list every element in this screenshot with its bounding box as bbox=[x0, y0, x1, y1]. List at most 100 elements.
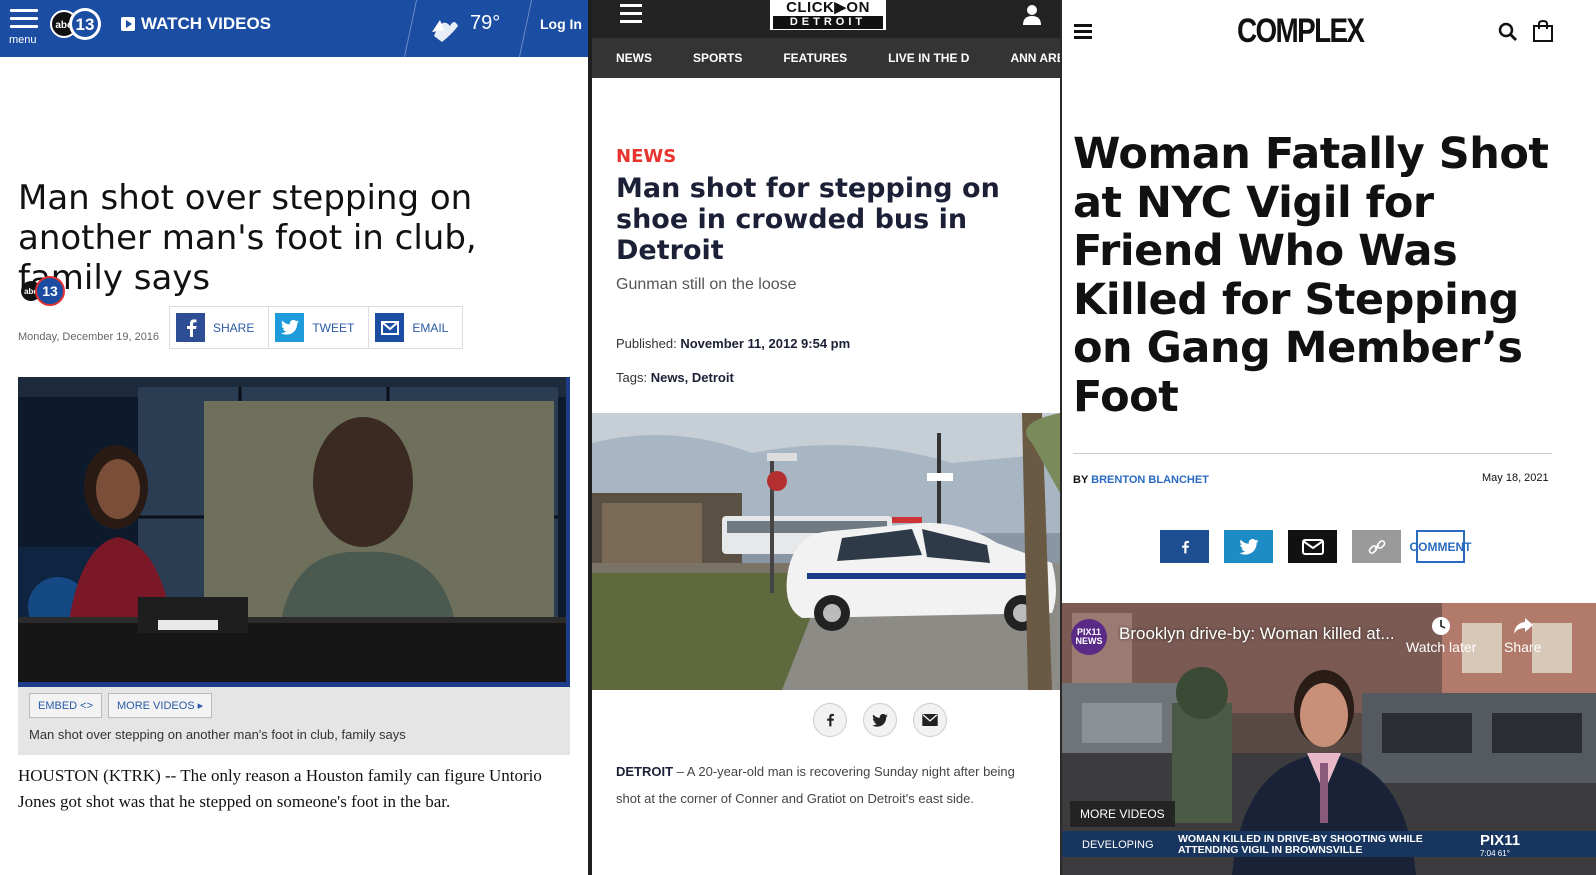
email-icon bbox=[922, 714, 938, 726]
published-date: November 11, 2012 9:54 pm bbox=[680, 336, 851, 351]
twitter-share-button[interactable]: TWEET bbox=[269, 307, 370, 348]
share-label: SHARE bbox=[213, 320, 255, 335]
email-icon bbox=[375, 313, 405, 342]
chyron-tag: DEVELOPING bbox=[1082, 839, 1154, 851]
video-title[interactable]: Brooklyn drive-by: Woman killed at... bbox=[1119, 624, 1395, 644]
news-video-player[interactable] bbox=[18, 377, 570, 687]
facebook-icon bbox=[827, 713, 834, 727]
tags-links[interactable]: News, Detroit bbox=[651, 370, 734, 385]
section-kicker[interactable]: NEWS bbox=[616, 146, 676, 167]
share-arrow-icon bbox=[1513, 618, 1533, 634]
logo-top: CLICK▶ON bbox=[786, 0, 870, 16]
link-icon bbox=[1368, 539, 1385, 554]
header-divider bbox=[518, 0, 533, 57]
menu-label[interactable]: menu bbox=[9, 34, 37, 46]
comment-button[interactable]: COMMENT bbox=[1410, 530, 1472, 563]
embedded-youtube-video[interactable]: PIX11 NEWS Brooklyn drive-by: Woman kill… bbox=[1062, 603, 1596, 875]
more-videos-button[interactable]: MORE VIDEOS ▸ bbox=[108, 693, 213, 718]
article-headline: Man shot for stepping on shoe in crowded… bbox=[616, 173, 1000, 266]
email-icon bbox=[1301, 538, 1324, 555]
email-share-button[interactable]: EMAIL bbox=[369, 307, 462, 348]
facebook-share-button[interactable] bbox=[813, 703, 847, 737]
email-share-button[interactable] bbox=[913, 703, 947, 737]
news-chyron: DEVELOPING WOMAN KILLED IN DRIVE-BY SHOO… bbox=[1062, 831, 1596, 858]
twitter-icon bbox=[872, 713, 888, 727]
video-frame-image bbox=[18, 377, 570, 687]
watch-videos-label: WATCH VIDEOS bbox=[141, 14, 272, 33]
search-icon[interactable] bbox=[1498, 22, 1518, 42]
article-headline: Man shot over stepping on another man's … bbox=[18, 178, 477, 298]
nav-item-live-in-the-d[interactable]: LIVE IN THE D bbox=[888, 51, 969, 65]
nav-item-ann-arbor[interactable]: ANN ARB bbox=[1010, 51, 1060, 65]
menu-icon[interactable] bbox=[10, 9, 38, 33]
article-date: Monday, December 19, 2016 bbox=[18, 331, 160, 343]
facebook-icon bbox=[1181, 540, 1189, 553]
login-link[interactable]: Log In bbox=[540, 16, 582, 32]
clickondetroit-logo[interactable]: CLICK▶ON DETROIT bbox=[770, 0, 886, 30]
abc13-byline-logo: abc 13 bbox=[21, 276, 65, 306]
twitter-share-button[interactable] bbox=[863, 703, 897, 737]
menu-icon[interactable] bbox=[1074, 24, 1092, 42]
embed-button[interactable]: EMBED <> bbox=[29, 693, 103, 718]
complex-logo[interactable]: COMPLEX bbox=[1237, 12, 1365, 51]
user-icon[interactable] bbox=[1022, 4, 1042, 26]
nav-item-sports[interactable]: SPORTS bbox=[693, 51, 742, 65]
twitter-share-button[interactable] bbox=[1224, 530, 1273, 563]
shopping-bag-icon[interactable] bbox=[1532, 20, 1554, 42]
header-divider bbox=[403, 0, 418, 57]
watch-videos-link[interactable]: WATCH VIDEOS bbox=[121, 14, 271, 34]
more-videos-button[interactable]: MORE VIDEOS bbox=[1070, 801, 1175, 827]
share-button[interactable]: Share bbox=[1504, 615, 1541, 655]
channel-avatar[interactable]: PIX11 NEWS bbox=[1071, 619, 1107, 655]
article-photo bbox=[592, 413, 1060, 690]
facebook-share-button[interactable] bbox=[1160, 530, 1209, 563]
clickondetroit-article-panel: CLICK▶ON DETROIT NEWS SPORTS FEATURES LI… bbox=[592, 0, 1060, 875]
article-body: DETROIT – A 20-year-old man is recoverin… bbox=[616, 758, 1036, 812]
published-label: Published: bbox=[616, 336, 677, 351]
watch-later-button[interactable]: Watch later bbox=[1406, 615, 1476, 655]
chyron-time: 7:04 61° bbox=[1480, 849, 1510, 858]
article-date: May 18, 2021 bbox=[1482, 472, 1549, 484]
video-footer: EMBED <> MORE VIDEOS ▸ Man shot over ste… bbox=[18, 687, 570, 755]
complex-article-panel: COMPLEX Woman Fatally Shot at NYC Vigil … bbox=[1062, 0, 1596, 875]
video-caption: Man shot over stepping on another man's … bbox=[29, 727, 406, 742]
svg-text:13: 13 bbox=[76, 15, 95, 34]
tweet-label: TWEET bbox=[312, 320, 355, 335]
svg-text:13: 13 bbox=[42, 283, 58, 299]
chyron-text: WOMAN KILLED IN DRIVE-BY SHOOTING WHILE … bbox=[1178, 833, 1423, 856]
article-headline: Woman Fatally Shot at NYC Vigil for Frie… bbox=[1073, 129, 1549, 422]
facebook-icon bbox=[176, 313, 205, 342]
logo-bottom: DETROIT bbox=[773, 16, 883, 29]
nav-item-features[interactable]: FEATURES bbox=[783, 51, 847, 65]
twitter-icon bbox=[275, 313, 305, 342]
article-body: HOUSTON (KTRK) -- The only reason a Hous… bbox=[18, 766, 542, 811]
author-link[interactable]: BRENTON BLANCHET bbox=[1091, 474, 1209, 486]
abc13-article-panel: menu abc 13 WATCH VIDEOS 79° Log In Man … bbox=[0, 0, 588, 875]
published-line: Published: November 11, 2012 9:54 pm bbox=[616, 336, 850, 351]
menu-icon[interactable] bbox=[620, 4, 642, 28]
clickondetroit-header: CLICK▶ON DETROIT bbox=[592, 0, 1060, 38]
email-share-button[interactable] bbox=[1288, 530, 1337, 563]
play-icon bbox=[121, 17, 135, 31]
email-label: EMAIL bbox=[412, 320, 449, 335]
chyron-brand: PIX11 bbox=[1480, 832, 1521, 849]
weather-icon[interactable] bbox=[428, 12, 462, 44]
twitter-icon bbox=[1238, 538, 1259, 555]
section-nav: NEWS SPORTS FEATURES LIVE IN THE D ANN A… bbox=[592, 38, 1060, 78]
share-bar: SHARE TWEET EMAIL bbox=[169, 306, 464, 349]
copy-link-button[interactable] bbox=[1352, 530, 1401, 563]
by-label: BY bbox=[1073, 474, 1089, 486]
share-label: Share bbox=[1504, 639, 1542, 655]
body-text: – A 20-year-old man is recovering Sunday… bbox=[616, 764, 1015, 806]
article-subhead: Gunman still on the loose bbox=[616, 276, 797, 293]
abc13-logo[interactable]: abc 13 bbox=[46, 6, 104, 42]
abc13-header: menu abc 13 WATCH VIDEOS 79° Log In bbox=[0, 0, 588, 57]
dateline: DETROIT bbox=[616, 764, 674, 779]
temperature[interactable]: 79° bbox=[470, 12, 500, 35]
tags-line: Tags: News, Detroit bbox=[616, 370, 734, 385]
nav-item-news[interactable]: NEWS bbox=[616, 51, 652, 65]
facebook-share-button[interactable]: SHARE bbox=[170, 307, 270, 348]
headline-divider bbox=[1073, 453, 1552, 454]
tags-label: Tags: bbox=[616, 370, 648, 385]
clock-icon bbox=[1432, 617, 1451, 635]
